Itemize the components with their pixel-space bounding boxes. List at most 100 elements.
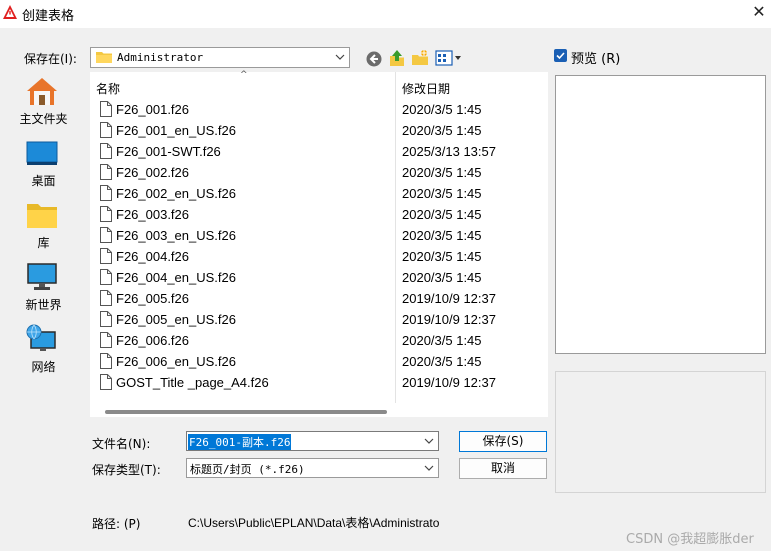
file-date: 2020/3/5 1:45 [402, 102, 482, 117]
place-label: 库 [37, 236, 50, 250]
file-row[interactable]: F26_001_en_US.f26 2020/3/5 1:45 [90, 120, 548, 141]
file-row[interactable]: GOST_Title _page_A4.f26 2019/10/9 12:37 [90, 372, 548, 393]
file-row[interactable]: F26_006_en_US.f26 2020/3/5 1:45 [90, 351, 548, 372]
file-icon [100, 227, 112, 243]
file-name: F26_005.f26 [116, 291, 190, 306]
file-row[interactable]: F26_003_en_US.f26 2020/3/5 1:45 [90, 225, 548, 246]
file-icon [100, 122, 112, 138]
file-name: F26_002_en_US.f26 [116, 186, 236, 201]
preview-pane [555, 75, 766, 354]
file-row[interactable]: F26_002.f26 2020/3/5 1:45 [90, 162, 548, 183]
place-home[interactable]: 主文件夹 [2, 72, 85, 132]
file-icon [100, 206, 112, 222]
file-icon [100, 248, 112, 264]
filename-label: 文件名(N): [92, 437, 151, 451]
location-dropdown[interactable]: Administrator [90, 47, 350, 68]
filename-value: F26_001-副本.f26 [188, 434, 292, 450]
folder-icon [96, 52, 112, 63]
file-row[interactable]: F26_001-SWT.f26 2025/3/13 13:57 [90, 141, 548, 162]
column-header-date[interactable]: 修改日期 [402, 80, 450, 97]
title-bar: 创建表格 ✕ [0, 0, 771, 28]
place-label: 网络 [31, 360, 56, 374]
preview-checkbox[interactable] [554, 49, 567, 62]
chevron-down-icon[interactable] [423, 434, 435, 448]
file-date: 2019/10/9 12:37 [402, 312, 496, 327]
checkmark-icon [556, 52, 565, 60]
file-icon [100, 269, 112, 285]
file-row[interactable]: F26_005.f26 2019/10/9 12:37 [90, 288, 548, 309]
file-row[interactable]: F26_002_en_US.f26 2020/3/5 1:45 [90, 183, 548, 204]
new-folder-icon[interactable] [411, 49, 429, 67]
file-row[interactable]: F26_006.f26 2020/3/5 1:45 [90, 330, 548, 351]
path-field[interactable]: C:\Users\Public\EPLAN\Data\表格\Administra… [185, 510, 440, 532]
filetype-dropdown[interactable]: 标题页/封页 (*.f26) [186, 458, 439, 478]
preview-label: 预览 (R) [571, 52, 621, 67]
place-label: 桌面 [31, 174, 56, 188]
file-icon [100, 101, 112, 117]
file-date: 2020/3/5 1:45 [402, 228, 482, 243]
horizontal-scrollbar[interactable] [105, 410, 387, 414]
watermark-text: CSDN @我超膨胀der [626, 532, 754, 547]
chevron-down-icon[interactable] [334, 50, 346, 64]
file-name: F26_004_en_US.f26 [116, 270, 236, 285]
file-date: 2019/10/9 12:37 [402, 291, 496, 306]
file-row[interactable]: F26_004_en_US.f26 2020/3/5 1:45 [90, 267, 548, 288]
place-network[interactable]: 网络 [2, 320, 85, 380]
path-label: 路径: (P) [92, 517, 141, 531]
file-name: F26_004.f26 [116, 249, 190, 264]
view-menu-icon[interactable] [435, 50, 463, 66]
place-label: 新世界 [25, 298, 62, 312]
file-name: F26_003_en_US.f26 [116, 228, 236, 243]
monitor-icon [27, 263, 57, 290]
file-date: 2019/10/9 12:37 [402, 375, 496, 390]
place-library[interactable]: 库 [2, 196, 85, 256]
file-name: F26_003.f26 [116, 207, 190, 222]
save-button[interactable]: 保存(S) [459, 431, 547, 452]
filename-field[interactable]: F26_001-副本.f26 [186, 431, 439, 451]
file-list[interactable]: ^ 名称 修改日期 F26_001.f26 2020/3/5 1:45 F26_00… [90, 70, 548, 417]
file-date: 2020/3/5 1:45 [402, 249, 482, 264]
file-icon [100, 164, 112, 180]
chevron-down-icon[interactable] [423, 461, 435, 475]
file-row[interactable]: F26_005_en_US.f26 2019/10/9 12:37 [90, 309, 548, 330]
file-name: F26_001_en_US.f26 [116, 123, 236, 138]
file-date: 2020/3/5 1:45 [402, 207, 482, 222]
save-in-label: 保存在(I): [24, 52, 77, 66]
desktop-icon [26, 141, 58, 165]
file-icon [100, 374, 112, 390]
place-desktop[interactable]: 桌面 [2, 134, 85, 194]
column-header-name[interactable]: 名称 [96, 80, 120, 97]
network-icon [26, 324, 56, 351]
back-icon[interactable] [365, 50, 383, 68]
file-date: 2020/3/5 1:45 [402, 333, 482, 348]
eplan-warning-icon [3, 5, 17, 19]
file-icon [100, 290, 112, 306]
file-date: 2020/3/5 1:45 [402, 123, 482, 138]
file-icon [100, 143, 112, 159]
file-name: GOST_Title _page_A4.f26 [116, 375, 269, 390]
window-title: 创建表格 [22, 9, 75, 24]
up-folder-icon[interactable] [388, 49, 406, 67]
file-name: F26_002.f26 [116, 165, 190, 180]
places-bar: 主文件夹 桌面 库 新世界 网络 [2, 72, 85, 492]
file-date: 2020/3/5 1:45 [402, 354, 482, 369]
file-date: 2020/3/5 1:45 [402, 165, 482, 180]
file-name: F26_001-SWT.f26 [116, 144, 221, 159]
close-icon[interactable]: ✕ [748, 0, 770, 24]
file-row[interactable]: F26_004.f26 2020/3/5 1:45 [90, 246, 548, 267]
file-name: F26_006.f26 [116, 333, 190, 348]
file-date: 2025/3/13 13:57 [402, 144, 496, 159]
home-icon [27, 78, 57, 105]
file-row[interactable]: F26_001.f26 2020/3/5 1:45 [90, 99, 548, 120]
file-name: F26_001.f26 [116, 102, 190, 117]
filetype-label: 保存类型(T): [92, 463, 161, 477]
file-name: F26_006_en_US.f26 [116, 354, 236, 369]
cancel-button[interactable]: 取消 [459, 458, 547, 479]
sort-ascending-icon: ^ [240, 70, 248, 80]
path-value: C:\Users\Public\EPLAN\Data\表格\Administra… [188, 516, 440, 530]
file-row[interactable]: F26_003.f26 2020/3/5 1:45 [90, 204, 548, 225]
place-computer[interactable]: 新世界 [2, 258, 85, 318]
place-label: 主文件夹 [19, 112, 68, 126]
preview-info-pane [555, 371, 766, 493]
filetype-value: 标题页/封页 (*.f26) [190, 463, 305, 476]
